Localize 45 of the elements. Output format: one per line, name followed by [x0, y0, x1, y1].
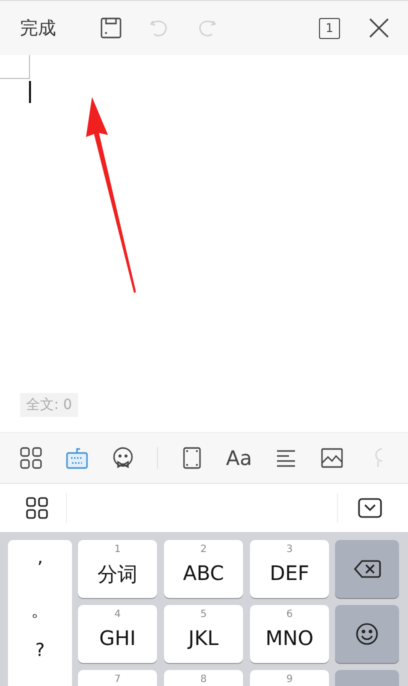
key-digit: 9: [286, 674, 293, 685]
emoji-icon: [355, 622, 379, 646]
key-label: ABC: [182, 561, 224, 585]
font-button[interactable]: Aa: [226, 446, 252, 470]
punctuation-key[interactable]: ’: [37, 548, 43, 589]
emoji-key[interactable]: [335, 605, 399, 663]
close-icon[interactable]: [368, 16, 390, 40]
done-button[interactable]: 完成: [20, 16, 56, 40]
key-label: JKL: [188, 626, 219, 650]
keyboard-key[interactable]: 2 ABC: [164, 540, 243, 598]
keyboard-key[interactable]: 4 GHI: [78, 605, 157, 663]
keyboard-key[interactable]: 9: [250, 670, 329, 686]
key-digit: 6: [286, 609, 293, 620]
punctuation-key[interactable]: ?: [35, 630, 45, 671]
key-digit: 3: [286, 544, 293, 555]
key-digit: 8: [200, 674, 207, 685]
key-digit: 4: [114, 609, 121, 620]
grid-icon[interactable]: [19, 446, 43, 470]
keyboard-key[interactable]: 1 分词: [78, 540, 157, 598]
word-count: 全文: 0: [20, 393, 78, 417]
emoji-icon[interactable]: [111, 446, 135, 470]
key-digit: 1: [114, 544, 121, 555]
key-digit: 2: [200, 544, 207, 555]
page-corner-mark: [0, 55, 30, 79]
key-digit: 7: [114, 674, 121, 685]
keyboard-icon[interactable]: [65, 446, 89, 470]
punctuation-key[interactable]: 。: [31, 589, 49, 630]
key-label: MNO: [266, 626, 314, 650]
key-label: 分词: [98, 561, 138, 588]
keyboard-key[interactable]: 8: [164, 670, 243, 686]
key-label: GHI: [99, 626, 136, 650]
keyboard-key[interactable]: 3 DEF: [250, 540, 329, 598]
key-digit: 5: [200, 609, 207, 620]
key-label: DEF: [270, 561, 310, 585]
collapse-keyboard-icon[interactable]: [358, 498, 382, 518]
keyboard-key[interactable]: 6 MNO: [250, 605, 329, 663]
save-icon[interactable]: [100, 16, 122, 40]
backspace-icon: [353, 559, 381, 579]
backspace-key[interactable]: [335, 540, 399, 598]
page-count-button[interactable]: 1: [319, 18, 340, 38]
keyboard-key[interactable]: 7: [78, 670, 157, 686]
text-cursor: [29, 81, 31, 103]
image-icon[interactable]: [320, 446, 344, 470]
keyboard-key[interactable]: 5 JKL: [164, 605, 243, 663]
grid-icon[interactable]: [26, 497, 48, 519]
